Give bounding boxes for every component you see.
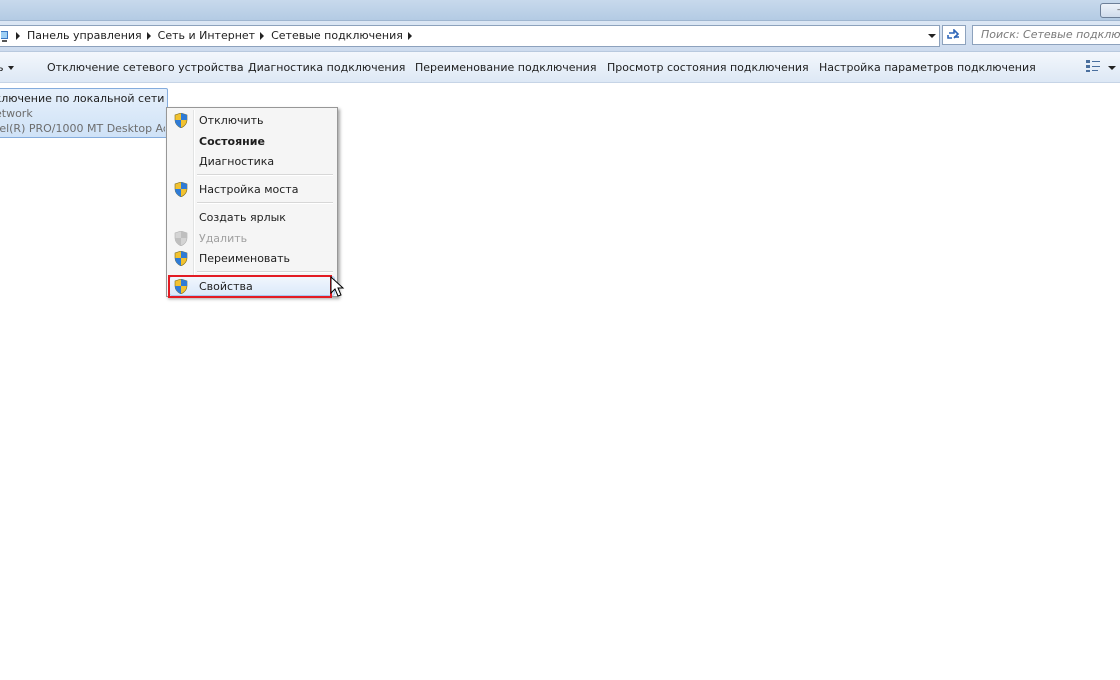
address-bar[interactable]: Панель управления Сеть и Интернет Сетевы… — [0, 25, 940, 47]
uac-shield-icon — [174, 231, 188, 246]
search-input[interactable]: Поиск: Сетевые подключения — [972, 25, 1120, 45]
menu-item-disable[interactable]: Отключить — [169, 110, 335, 130]
connection-name: дключение по локальной сети — [0, 92, 165, 105]
minimize-button[interactable]: – — [1100, 3, 1120, 18]
address-history-dropdown[interactable] — [925, 26, 939, 46]
menu-separator — [197, 202, 333, 204]
refresh-icon — [947, 28, 960, 39]
organize-label: ь — [0, 61, 4, 74]
breadcrumb-arrow-icon[interactable] — [260, 31, 265, 40]
chevron-down-icon — [8, 66, 15, 70]
menu-item-status[interactable]: Состояние — [169, 131, 335, 151]
local-area-connection-item[interactable]: дключение по локальной сети etwork tel(R… — [0, 88, 168, 138]
uac-shield-icon — [174, 182, 188, 197]
connection-device: tel(R) PRO/1000 MT Desktop Ad... — [0, 122, 165, 135]
menu-item-label: Состояние — [199, 135, 265, 148]
menu-item-label: Настройка моста — [199, 183, 299, 196]
breadcrumb: Панель управления Сеть и Интернет Сетевы… — [1, 29, 419, 42]
menu-item-label: Удалить — [199, 232, 248, 245]
address-row: Панель управления Сеть и Интернет Сетевы… — [0, 21, 1120, 52]
menu-item-rename[interactable]: Переименовать — [169, 248, 335, 268]
organize-menu-button[interactable]: ь — [0, 61, 15, 74]
view-status-button[interactable]: Просмотр состояния подключения — [607, 61, 809, 74]
menu-item-label: Переименовать — [199, 252, 291, 265]
connection-network: etwork — [0, 107, 33, 120]
breadcrumb-arrow-icon[interactable] — [146, 31, 151, 40]
window-title-bar: – — [0, 0, 1120, 21]
menu-item-bridge-settings[interactable]: Настройка моста — [169, 179, 335, 199]
change-settings-button[interactable]: Настройка параметров подключения — [819, 61, 1036, 74]
menu-item-label: Диагностика — [199, 155, 275, 168]
disable-device-button[interactable]: Отключение сетевого устройства — [47, 61, 244, 74]
menu-item-label: Отключить — [199, 114, 264, 127]
breadcrumb-network-internet[interactable]: Сеть и Интернет — [158, 29, 255, 42]
menu-item-diagnostics[interactable]: Диагностика — [169, 151, 335, 171]
breadcrumb-network-connections[interactable]: Сетевые подключения — [271, 29, 403, 42]
command-bar: ь Отключение сетевого устройства Диагнос… — [0, 52, 1120, 83]
control-panel-icon — [1, 30, 8, 42]
view-options-dropdown-icon[interactable] — [1108, 66, 1116, 70]
diagnose-connection-button[interactable]: Диагностика подключения — [248, 61, 405, 74]
breadcrumb-arrow-icon[interactable] — [16, 31, 20, 40]
highlight-annotation-frame — [168, 275, 332, 298]
breadcrumb-control-panel[interactable]: Панель управления — [27, 29, 142, 42]
uac-shield-icon — [174, 251, 188, 266]
context-menu: Отключить Состояние Диагностика Настройк… — [166, 107, 338, 297]
rename-connection-button[interactable]: Переименование подключения — [415, 61, 596, 74]
menu-separator — [197, 174, 333, 176]
menu-item-create-shortcut[interactable]: Создать ярлык — [169, 207, 335, 227]
uac-shield-icon — [174, 113, 188, 128]
refresh-button[interactable] — [942, 25, 966, 45]
menu-item-label: Создать ярлык — [199, 211, 286, 224]
menu-item-delete: Удалить — [169, 228, 335, 248]
menu-separator — [197, 271, 333, 273]
breadcrumb-arrow-icon[interactable] — [407, 31, 412, 40]
view-options-icon[interactable] — [1086, 60, 1100, 72]
mouse-pointer-icon — [330, 276, 345, 297]
